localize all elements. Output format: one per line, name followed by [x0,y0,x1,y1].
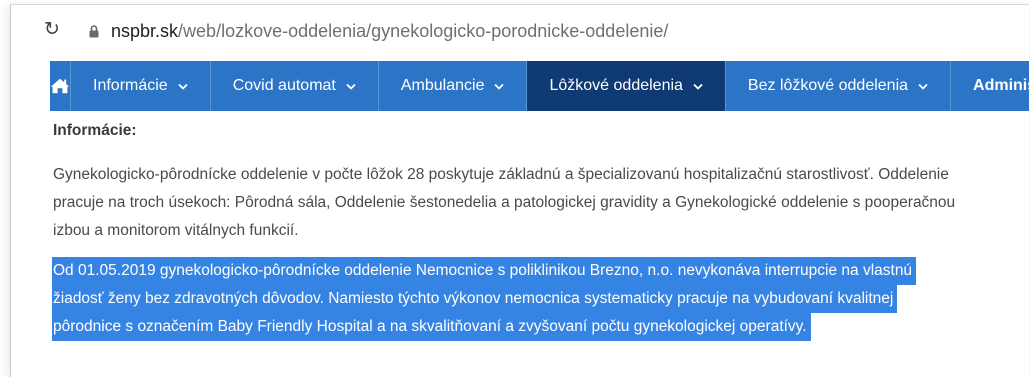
paragraph-line: Gynekologicko-pôrodnícke oddelenie v poč… [53,166,949,183]
chevron-down-icon [346,83,356,90]
reload-icon[interactable]: ↻ [41,19,63,41]
nav-item-administracia[interactable]: Administ [951,61,1029,111]
selected-text-block[interactable]: Od 01.05.2019 gynekologicko-pôrodnícke o… [52,257,1023,341]
selected-line[interactable]: Od 01.05.2019 gynekologicko-pôrodnícke o… [52,257,917,285]
nav-item-lozkove-oddelenia[interactable]: Lôžkové oddelenia [527,61,726,111]
screenshot-frame: ↻ nspbr.sk/web/lozkove-oddelenia/gynekol… [10,4,1029,377]
nav-item-label: Covid automat [232,77,336,94]
paragraph-line: izbou a monitorom vitálnych funkcií. [53,222,299,239]
nav-item-label: Ambulancie [400,77,485,94]
nav-item-label: Administ [973,77,1029,94]
page-content: Informácie: Gynekologicko-pôrodnícke odd… [52,121,1023,341]
nav-item-ambulancie[interactable]: Ambulancie [379,61,528,111]
chevron-down-icon [693,83,703,90]
nav-item-label: Lôžkové oddelenia [549,77,683,94]
section-title: Informácie: [53,122,137,139]
home-icon [50,78,70,94]
chevron-down-icon [494,83,505,90]
lock-icon[interactable] [89,25,99,38]
description-paragraph: Gynekologicko-pôrodnícke oddelenie v poč… [53,161,1023,245]
nav-item-bez-lozkove-oddelenia[interactable]: Bez lôžkové oddelenia [726,61,952,111]
selected-line[interactable]: pôrodnice s označením Baby Friendly Hosp… [52,313,811,341]
paragraph-line: pracuje na troch úsekoch: Pôrodná sála, … [53,194,956,211]
nav-item-label: Informácie [93,77,168,94]
main-navigation: Informácie Covid automat Ambulancie Lôžk… [50,61,1029,111]
browser-address-bar: ↻ nspbr.sk/web/lozkove-oddelenia/gynekol… [11,5,1029,57]
url-path: /web/lozkove-oddelenia/gynekologicko-por… [178,21,669,41]
nav-item-covid-automat[interactable]: Covid automat [211,61,379,111]
url-domain: nspbr.sk [111,21,179,41]
nav-item-informacie[interactable]: Informácie [71,61,211,111]
url-field[interactable]: nspbr.sk/web/lozkove-oddelenia/gynekolog… [111,20,668,42]
chevron-down-icon [178,83,188,90]
nav-home[interactable] [50,61,71,111]
nav-item-label: Bez lôžkové oddelenia [747,77,909,94]
selected-line[interactable]: žiadosť ženy bez zdravotných dôvodov. Na… [52,285,898,313]
chevron-down-icon [918,83,928,90]
